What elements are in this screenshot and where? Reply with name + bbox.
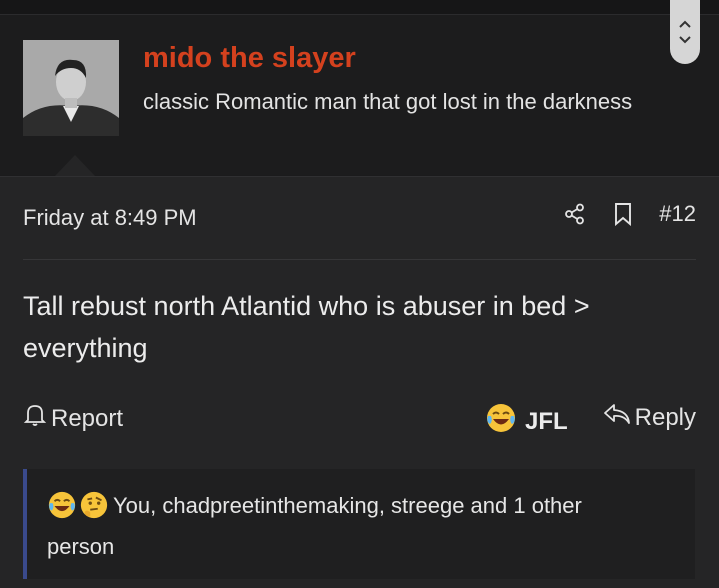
reply-arrow-icon xyxy=(603,402,631,433)
post-number[interactable]: #12 xyxy=(659,201,696,227)
report-label: Report xyxy=(51,404,124,432)
post-body: Tall rebust north Atlantid who is abuser… xyxy=(23,291,590,363)
reaction-emojis xyxy=(47,490,109,530)
bell-icon xyxy=(23,402,47,435)
avatar-image xyxy=(23,40,119,136)
tears-of-joy-emoji xyxy=(485,402,517,441)
user-block-pointer xyxy=(55,155,95,176)
avatar[interactable] xyxy=(23,40,119,136)
report-button[interactable]: Report xyxy=(23,402,123,435)
username[interactable]: mido the slayer xyxy=(143,42,356,75)
share-icon[interactable] xyxy=(563,202,587,226)
chevron-up-icon[interactable] xyxy=(678,20,692,29)
thinking-face-emoji xyxy=(79,490,109,530)
chevron-down-icon[interactable] xyxy=(678,35,692,44)
post: Friday at 8:49 PM #12 Tall rebust north … xyxy=(0,177,719,588)
post-footer: Report JFL Reply xyxy=(23,400,696,436)
user-title: classic Romantic man that got lost in th… xyxy=(143,89,633,114)
post-date[interactable]: Friday at 8:49 PM xyxy=(23,205,197,231)
reactions-summary-text[interactable]: You, chadpreetinthemaking, streege and 1… xyxy=(47,493,582,559)
post-header-divider xyxy=(23,259,696,260)
tears-of-joy-emoji xyxy=(47,490,77,530)
scroll-control[interactable] xyxy=(670,0,700,64)
reactions-bar[interactable]: You, chadpreetinthemaking, streege and 1… xyxy=(23,469,695,579)
reaction-button[interactable]: JFL xyxy=(485,402,568,441)
top-strip xyxy=(0,0,719,14)
reply-button[interactable]: Reply xyxy=(603,402,696,433)
reaction-label: JFL xyxy=(525,407,568,435)
reply-label: Reply xyxy=(634,403,696,431)
post-header-actions: #12 xyxy=(563,201,696,227)
bookmark-icon[interactable] xyxy=(613,202,633,226)
reactions-summary: You, chadpreetinthemaking, streege and 1… xyxy=(47,489,647,564)
